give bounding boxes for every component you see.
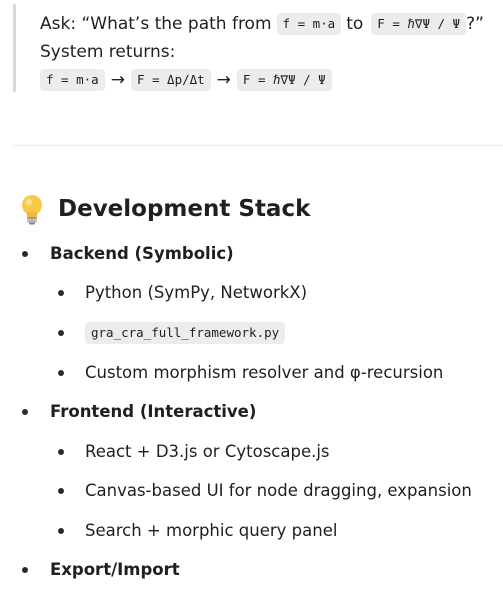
system-returns-line: System returns: xyxy=(40,40,175,64)
light-bulb-icon xyxy=(22,195,42,225)
list-item: gra_cra_full_framework.py xyxy=(85,322,286,344)
path-line: f = m·a → F = Δp/Δt → F = ℏ∇Ψ / Ψ xyxy=(40,68,332,92)
bullet-icon xyxy=(22,409,28,415)
bullet-icon xyxy=(58,449,64,455)
list-item: React + D3.js or Cytoscape.js xyxy=(85,442,330,461)
list-item-frontend: Frontend (Interactive) xyxy=(50,402,257,421)
bullet-icon xyxy=(58,488,64,494)
system-returns-text: System returns: xyxy=(40,42,176,62)
arrow-icon: → xyxy=(216,70,231,90)
bullet-icon xyxy=(58,330,64,336)
ask-to: to xyxy=(346,14,364,34)
list-item: Custom morphism resolver and φ-recursion xyxy=(85,363,444,382)
list-item-export: Export/Import xyxy=(50,560,180,579)
list-item: Canvas-based UI for node dragging, expan… xyxy=(85,481,472,500)
bullet-icon xyxy=(58,290,64,296)
bullet-icon xyxy=(58,370,64,376)
inline-code: f = m·a xyxy=(40,69,105,91)
inline-code: F = ℏ∇Ψ / Ψ xyxy=(371,13,467,35)
section-heading: Development Stack xyxy=(18,191,310,227)
bullet-icon xyxy=(22,567,28,573)
inline-code: F = Δp/Δt xyxy=(130,69,211,91)
list-item: Search + morphic query panel xyxy=(85,521,338,540)
blockquote: Ask: “What’s the path from f = m·a to F … xyxy=(13,4,503,92)
ask-line: Ask: “What’s the path from f = m·a to F … xyxy=(40,12,484,36)
section-title: Development Stack xyxy=(58,196,311,222)
inline-code: F = ℏ∇Ψ / Ψ xyxy=(236,69,332,91)
list-item: Python (SymPy, NetworkX) xyxy=(85,283,308,302)
list-item-backend: Backend (Symbolic) xyxy=(50,244,234,263)
ask-prefix: Ask: “What’s the path from xyxy=(40,14,272,34)
inline-code: f = m·a xyxy=(276,13,342,35)
arrow-icon: → xyxy=(110,70,125,90)
bullet-icon xyxy=(22,251,28,257)
inline-code: gra_cra_full_framework.py xyxy=(85,322,286,344)
divider xyxy=(13,145,503,146)
bullet-icon xyxy=(58,528,64,534)
ask-suffix: ?” xyxy=(466,14,484,34)
